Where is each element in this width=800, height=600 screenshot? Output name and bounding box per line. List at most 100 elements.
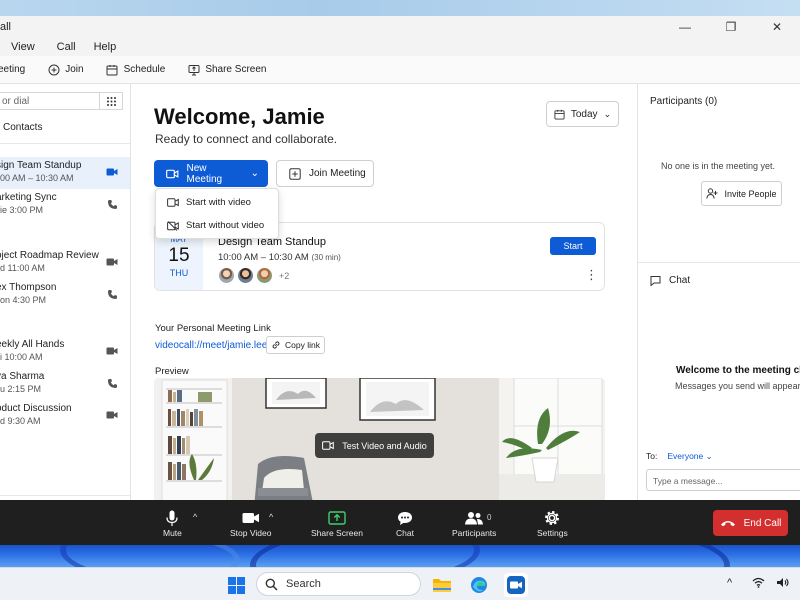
maximize-button[interactable]: ❐ <box>708 16 754 38</box>
chevron-down-icon[interactable]: ⌄ <box>251 168 259 179</box>
sidebar-item-time: u 2:15 PM <box>0 384 42 394</box>
share-screen-button[interactable]: Share Screen <box>311 508 363 538</box>
sidebar-item-time: 00 AM – 10:30 AM <box>0 173 74 183</box>
invite-people-button[interactable]: Invite People <box>701 181 782 206</box>
settings-label: Settings <box>537 528 568 538</box>
chat-title: Chat <box>669 275 691 286</box>
chat-button[interactable]: Chat <box>396 508 414 538</box>
start-meeting-button[interactable]: Start <box>550 237 596 255</box>
start-without-video-label: Start without video <box>186 220 265 231</box>
sidebar-item[interactable]: ya Sharma u 2:15 PM <box>0 368 130 400</box>
recipient-value: Everyone <box>667 451 704 461</box>
chat-bubble-icon <box>650 276 661 286</box>
hang-up-phone-icon <box>720 521 735 527</box>
mute-label: Mute <box>163 528 182 538</box>
edge-browser-button[interactable] <box>467 573 491 597</box>
share-screen-icon <box>187 63 200 76</box>
toolbar-meeting[interactable]: eeting <box>0 64 25 75</box>
chat-sub-text: Messages you send will appear here <box>675 381 800 391</box>
windows-logo-icon <box>227 576 245 594</box>
more-attendees: +2 <box>279 270 290 281</box>
menu-call[interactable]: Call <box>52 41 81 53</box>
date-day: 15 <box>168 245 190 266</box>
chat-input-placeholder: Type a message... <box>653 476 723 486</box>
meeting-time: 10:00 AM – 10:30 AM (30 min) <box>218 252 341 263</box>
start-without-video-option[interactable]: Start without video <box>156 214 278 237</box>
close-button[interactable]: ✕ <box>754 16 800 38</box>
avatar <box>218 267 235 284</box>
video-camera-icon <box>166 169 179 178</box>
end-call-button[interactable]: End Call <box>713 510 788 536</box>
main-panel: Welcome, Jamie Ready to connect and coll… <box>131 84 637 521</box>
video-options-caret-icon[interactable]: ^ <box>269 512 273 522</box>
settings-button[interactable]: Settings <box>537 508 568 538</box>
participants-count: 0 <box>487 513 492 522</box>
more-options-icon[interactable]: ⋮ <box>585 267 598 283</box>
sidebar-item[interactable]: oduct Discussion d 9:30 AM <box>0 400 130 432</box>
chat-label: Chat <box>396 528 414 538</box>
calendar-icon <box>106 63 119 76</box>
tray-expand-icon[interactable]: ^ <box>727 577 732 589</box>
sidebar-item[interactable]: oject Roadmap Review d 11:00 AM <box>0 247 130 279</box>
test-video-audio-label: Test Video and Audio <box>342 440 427 451</box>
toolbar-schedule-label: Schedule <box>123 64 166 75</box>
sidebar-item[interactable]: eekly All Hands i 10:00 AM <box>0 336 130 368</box>
chevron-down-icon: ⌄ <box>603 108 612 119</box>
test-video-audio-button[interactable]: Test Video and Audio <box>315 433 434 458</box>
desktop-wallpaper-top <box>0 0 800 16</box>
mute-options-caret-icon[interactable]: ^ <box>193 512 197 522</box>
chat-message-input[interactable]: Type a message... <box>646 469 800 491</box>
chat-header: Chat <box>650 275 690 286</box>
mute-button[interactable]: Mute <box>163 508 182 538</box>
new-meeting-button[interactable]: New Meeting ⌄ <box>154 160 268 187</box>
today-button[interactable]: Today ⌄ <box>546 101 619 127</box>
join-meeting-button[interactable]: Join Meeting <box>276 160 374 187</box>
copy-link-button[interactable]: Copy link <box>266 336 325 354</box>
meeting-duration: (30 min) <box>311 253 341 262</box>
sidebar: or dial Contacts sign Team Standup 00 AM… <box>0 84 131 521</box>
taskbar-search[interactable]: Search <box>256 572 421 596</box>
avatar <box>256 267 273 284</box>
toolbar-join-label: Join <box>65 64 84 75</box>
contacts-link[interactable]: Contacts <box>3 122 130 133</box>
sidebar-item-title: ex Thompson <box>0 282 57 293</box>
dialpad-button[interactable] <box>99 92 123 110</box>
stop-video-label: Stop Video <box>230 528 272 538</box>
sidebar-item-time: on 4:30 PM <box>0 295 47 305</box>
toolbar-share-screen[interactable]: Share Screen <box>187 63 266 76</box>
sidebar-item[interactable]: arketing Sync ie 3:00 PM <box>0 189 130 221</box>
toolbar-join[interactable]: Join <box>47 63 84 76</box>
video-call-app-button[interactable] <box>504 573 528 597</box>
join-meeting-label: Join Meeting <box>309 168 366 179</box>
stop-video-button[interactable]: Stop Video <box>230 508 271 538</box>
file-explorer-button[interactable] <box>430 573 454 597</box>
page-subtitle: Ready to connect and collaborate. <box>155 132 338 146</box>
plus-square-icon <box>289 167 301 180</box>
toolbar: eeting Join Schedule Share Screen <box>0 56 800 84</box>
menu-bar: View Call Help <box>0 38 800 56</box>
calendar-icon <box>554 109 565 120</box>
wifi-icon[interactable] <box>752 577 765 591</box>
taskbar: Search ^ <box>0 567 800 600</box>
toolbar-schedule[interactable]: Schedule <box>106 63 166 76</box>
sidebar-item-time: ie 3:00 PM <box>0 205 44 215</box>
add-person-icon <box>706 188 718 199</box>
search-placeholder: or dial <box>2 95 30 107</box>
title-bar: all — ❐ ✕ <box>0 16 800 38</box>
sidebar-item-title: arketing Sync <box>0 192 57 203</box>
taskbar-search-label: Search <box>286 578 321 590</box>
start-with-video-option[interactable]: Start with video <box>156 191 278 214</box>
search-input[interactable]: or dial <box>0 92 100 110</box>
sidebar-item[interactable]: ex Thompson on 4:30 PM <box>0 279 130 311</box>
chat-bubble-icon <box>397 508 413 528</box>
dialpad-icon <box>106 96 116 106</box>
volume-icon[interactable] <box>776 577 789 591</box>
minimize-button[interactable]: — <box>662 16 708 38</box>
desktop-wallpaper-bottom <box>0 545 800 567</box>
menu-view[interactable]: View <box>6 41 40 53</box>
windows-start-button[interactable] <box>224 573 248 597</box>
recipient-select[interactable]: Everyone ⌄ <box>667 451 712 462</box>
menu-help[interactable]: Help <box>89 41 122 53</box>
sidebar-item[interactable]: sign Team Standup 00 AM – 10:30 AM <box>0 157 130 189</box>
personal-link[interactable]: videocall://meet/jamie.lee <box>155 340 267 351</box>
